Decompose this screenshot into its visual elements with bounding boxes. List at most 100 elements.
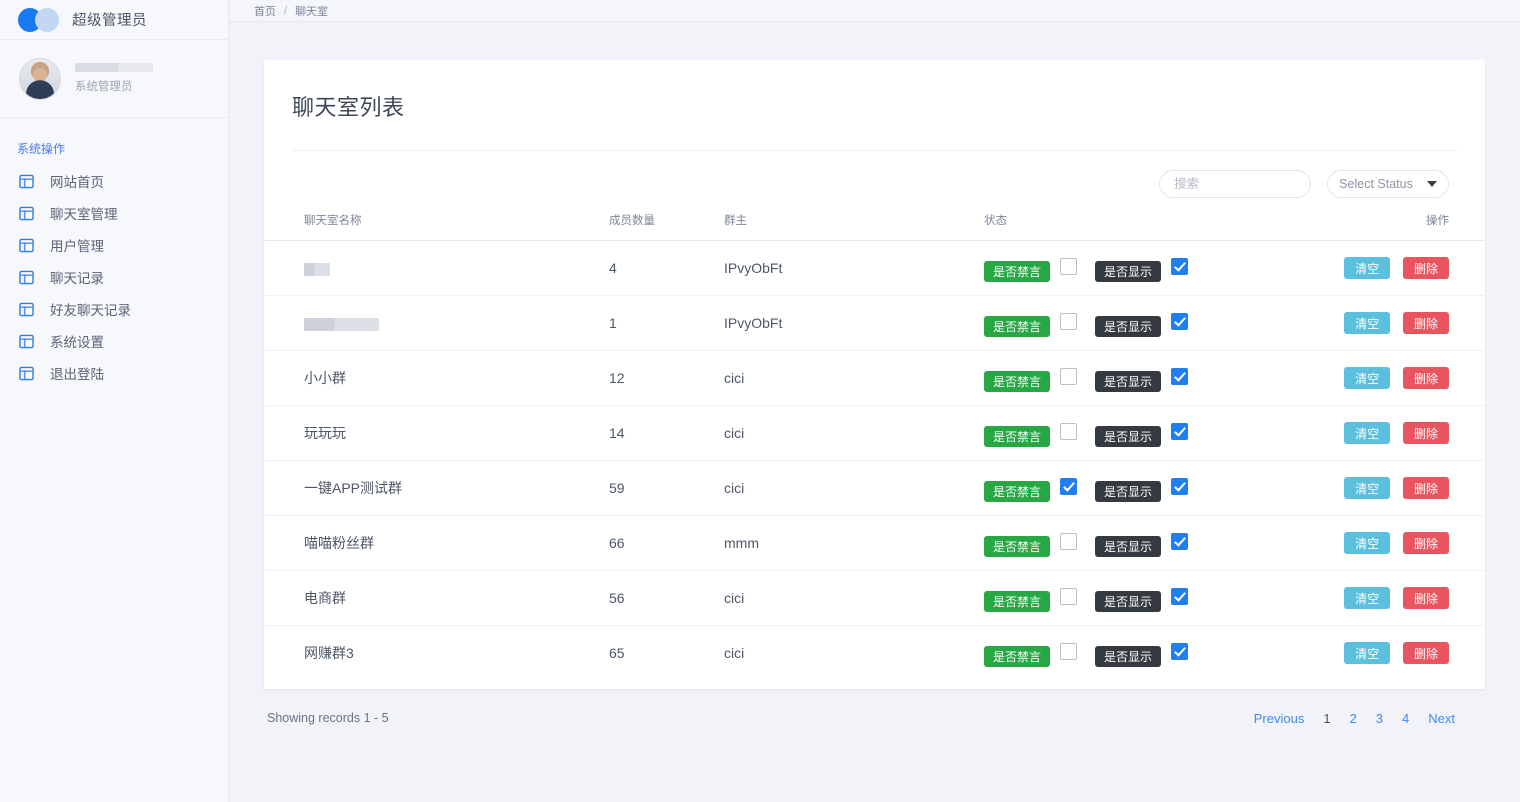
delete-button[interactable]: 删除 bbox=[1403, 367, 1449, 389]
cell-owner: cici bbox=[724, 461, 984, 516]
mute-checkbox[interactable] bbox=[1060, 478, 1077, 495]
mute-badge[interactable]: 是否禁言 bbox=[984, 371, 1050, 392]
delete-button[interactable]: 删除 bbox=[1403, 587, 1449, 609]
mute-badge[interactable]: 是否禁言 bbox=[984, 316, 1050, 337]
show-badge[interactable]: 是否显示 bbox=[1095, 426, 1161, 447]
show-checkbox[interactable] bbox=[1171, 423, 1188, 440]
show-checkbox[interactable] bbox=[1171, 313, 1188, 330]
pagination-page-2[interactable]: 2 bbox=[1350, 711, 1357, 726]
cell-name: 小小群 bbox=[264, 351, 609, 406]
mute-badge[interactable]: 是否禁言 bbox=[984, 536, 1050, 557]
mute-checkbox[interactable] bbox=[1060, 313, 1077, 330]
table-row: 1 IPvyObFt 是否禁言 是否显示 清空 删除 bbox=[264, 296, 1485, 351]
mute-badge[interactable]: 是否禁言 bbox=[984, 426, 1050, 447]
sidebar-item-chatroom-management[interactable]: 聊天室管理 bbox=[0, 197, 228, 229]
mute-checkbox[interactable] bbox=[1060, 423, 1077, 440]
mute-badge[interactable]: 是否禁言 bbox=[984, 646, 1050, 667]
show-checkbox[interactable] bbox=[1171, 588, 1188, 605]
show-badge[interactable]: 是否显示 bbox=[1095, 646, 1161, 667]
delete-button[interactable]: 删除 bbox=[1403, 477, 1449, 499]
chatroom-name: 玩玩玩 bbox=[304, 425, 346, 441]
show-badge[interactable]: 是否显示 bbox=[1095, 591, 1161, 612]
delete-button[interactable]: 删除 bbox=[1403, 532, 1449, 554]
sidebar-item-user-management[interactable]: 用户管理 bbox=[0, 229, 228, 261]
cell-owner: cici bbox=[724, 571, 984, 626]
cell-actions: 清空 删除 bbox=[1329, 296, 1485, 351]
avatar bbox=[19, 58, 61, 100]
table-footer: Showing records 1 - 5 Previous 1 2 3 4 N… bbox=[264, 689, 1485, 726]
user-profile[interactable]: 系统管理员 bbox=[0, 40, 228, 118]
show-checkbox[interactable] bbox=[1171, 368, 1188, 385]
cell-owner: mmm bbox=[724, 516, 984, 571]
mute-badge[interactable]: 是否禁言 bbox=[984, 481, 1050, 502]
table-row: 玩玩玩 14 cici 是否禁言 是否显示 清空 删除 bbox=[264, 406, 1485, 461]
table-row: 一键APP测试群 59 cici 是否禁言 是否显示 清空 删除 bbox=[264, 461, 1485, 516]
pagination-page-4[interactable]: 4 bbox=[1402, 711, 1409, 726]
mute-checkbox[interactable] bbox=[1060, 368, 1077, 385]
clear-button[interactable]: 清空 bbox=[1344, 477, 1390, 499]
delete-button[interactable]: 删除 bbox=[1403, 312, 1449, 334]
sidebar-item-logout[interactable]: 退出登陆 bbox=[0, 357, 228, 389]
user-name-redacted bbox=[75, 63, 153, 72]
sidebar-item-home[interactable]: 网站首页 bbox=[0, 165, 228, 197]
delete-button[interactable]: 删除 bbox=[1403, 422, 1449, 444]
clear-button[interactable]: 清空 bbox=[1344, 367, 1390, 389]
delete-button[interactable]: 删除 bbox=[1403, 642, 1449, 664]
chatroom-list-card: 聊天室列表 Select Status 聊天室名称 成员数量 群主 bbox=[264, 60, 1485, 689]
layout-icon bbox=[19, 206, 34, 221]
show-checkbox[interactable] bbox=[1171, 643, 1188, 660]
pagination-next[interactable]: Next bbox=[1428, 711, 1455, 726]
filter-bar: Select Status bbox=[264, 151, 1485, 198]
cell-owner: cici bbox=[724, 626, 984, 681]
records-count: Showing records 1 - 5 bbox=[264, 711, 389, 725]
pagination-page-1[interactable]: 1 bbox=[1323, 711, 1330, 726]
show-badge[interactable]: 是否显示 bbox=[1095, 261, 1161, 282]
mute-checkbox[interactable] bbox=[1060, 643, 1077, 660]
breadcrumb-home[interactable]: 首页 bbox=[254, 3, 276, 19]
sidebar-section-label: 系统操作 bbox=[0, 118, 228, 165]
status-select[interactable]: Select Status bbox=[1327, 170, 1449, 198]
clear-button[interactable]: 清空 bbox=[1344, 422, 1390, 444]
brand-header[interactable]: 超级管理员 bbox=[0, 0, 228, 40]
layout-icon bbox=[19, 334, 34, 349]
mute-checkbox[interactable] bbox=[1060, 588, 1077, 605]
clear-button[interactable]: 清空 bbox=[1344, 642, 1390, 664]
cell-actions: 清空 删除 bbox=[1329, 516, 1485, 571]
cell-status: 是否禁言 是否显示 bbox=[984, 406, 1329, 461]
sidebar-item-label: 用户管理 bbox=[50, 235, 104, 255]
show-checkbox[interactable] bbox=[1171, 478, 1188, 495]
table-row: 4 IPvyObFt 是否禁言 是否显示 清空 删除 bbox=[264, 241, 1485, 296]
cell-member-count: 66 bbox=[609, 516, 724, 571]
mute-badge[interactable]: 是否禁言 bbox=[984, 261, 1050, 282]
mute-checkbox[interactable] bbox=[1060, 533, 1077, 550]
chatroom-table: 聊天室名称 成员数量 群主 状态 操作 4 IPvyObFt 是否禁言 是否显示 bbox=[264, 212, 1485, 681]
clear-button[interactable]: 清空 bbox=[1344, 312, 1390, 334]
sidebar-item-label: 网站首页 bbox=[50, 171, 104, 191]
cell-status: 是否禁言 是否显示 bbox=[984, 296, 1329, 351]
show-checkbox[interactable] bbox=[1171, 533, 1188, 550]
cell-owner: IPvyObFt bbox=[724, 296, 984, 351]
show-badge[interactable]: 是否显示 bbox=[1095, 371, 1161, 392]
cell-name: 喵喵粉丝群 bbox=[264, 516, 609, 571]
search-input[interactable] bbox=[1159, 170, 1311, 198]
show-badge[interactable]: 是否显示 bbox=[1095, 481, 1161, 502]
pagination-page-3[interactable]: 3 bbox=[1376, 711, 1383, 726]
layout-icon bbox=[19, 366, 34, 381]
delete-button[interactable]: 删除 bbox=[1403, 257, 1449, 279]
sidebar-item-chat-records[interactable]: 聊天记录 bbox=[0, 261, 228, 293]
cell-actions: 清空 删除 bbox=[1329, 461, 1485, 516]
show-badge[interactable]: 是否显示 bbox=[1095, 536, 1161, 557]
pagination-previous[interactable]: Previous bbox=[1254, 711, 1305, 726]
layout-icon bbox=[19, 270, 34, 285]
show-badge[interactable]: 是否显示 bbox=[1095, 316, 1161, 337]
clear-button[interactable]: 清空 bbox=[1344, 587, 1390, 609]
sidebar-item-system-settings[interactable]: 系统设置 bbox=[0, 325, 228, 357]
mute-checkbox[interactable] bbox=[1060, 258, 1077, 275]
column-header-count: 成员数量 bbox=[609, 212, 724, 241]
clear-button[interactable]: 清空 bbox=[1344, 257, 1390, 279]
show-checkbox[interactable] bbox=[1171, 258, 1188, 275]
clear-button[interactable]: 清空 bbox=[1344, 532, 1390, 554]
cell-member-count: 1 bbox=[609, 296, 724, 351]
mute-badge[interactable]: 是否禁言 bbox=[984, 591, 1050, 612]
sidebar-item-friend-chat-records[interactable]: 好友聊天记录 bbox=[0, 293, 228, 325]
